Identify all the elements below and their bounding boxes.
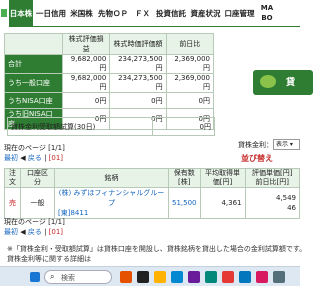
col-name: 銘柄 xyxy=(54,168,169,188)
summary-header-value: 株式時価評価額 xyxy=(109,33,167,55)
page-prev-link-bottom[interactable]: 戻る xyxy=(28,228,42,236)
app-icon-2[interactable] xyxy=(137,271,149,283)
start-icon[interactable] xyxy=(30,272,40,282)
tab-us-stocks[interactable]: 米国株 xyxy=(69,0,94,27)
app-icon-5[interactable] xyxy=(222,271,234,283)
brand-logo xyxy=(0,0,9,27)
search-icon: ⌕ xyxy=(50,272,55,281)
sort-link[interactable]: 並び替え xyxy=(241,153,273,164)
col-account: 口座区分 xyxy=(20,168,55,188)
page-first-link-bottom[interactable]: 最初 xyxy=(4,228,18,236)
app-icon-8[interactable] xyxy=(273,271,285,283)
sell-button[interactable]: 売 xyxy=(4,187,21,219)
col-order: 注文 xyxy=(4,168,21,188)
table-row: 売 一般 (株) みずほフィナンシャルグループ [東]8411 51,500 4,… xyxy=(4,187,300,219)
tab-japanese-stocks[interactable]: 日本株 xyxy=(9,0,33,27)
summary-row-nisa: うちNISA口座 0円 0円 0円 xyxy=(4,92,215,109)
app-icon-4[interactable] xyxy=(205,271,217,283)
summary-table: 株式評価損益 株式時価評価額 前日比 合計 9,682,000円 234,273,500… xyxy=(4,33,215,130)
top-navigation: 日本株 一日信用 米国株 先物ＯＰ ＦＸ 投資信託 資産状況 口座管理 MA B… xyxy=(0,0,300,27)
taskbar-search[interactable]: ⌕ 検索 xyxy=(44,270,112,284)
tab-day-margin[interactable]: 一日信用 xyxy=(35,0,67,27)
piggy-bank-icon xyxy=(260,75,276,88)
summary-header-change: 前日比 xyxy=(165,33,215,55)
page-number-bottom[interactable]: [01] xyxy=(49,228,63,236)
col-qty: 保有数[株] xyxy=(168,168,201,188)
app-icon-3[interactable] xyxy=(188,271,200,283)
tab-asset-status[interactable]: 資産状況 xyxy=(190,0,221,27)
summary-row-general: うち一般口座 9,682,000円 234,273,500円 2,369,000円 xyxy=(4,73,215,93)
summary-header-pl: 株式評価損益 xyxy=(61,33,111,55)
tab-fx[interactable]: ＦＸ xyxy=(132,0,153,27)
tab-futures-options[interactable]: 先物ＯＰ xyxy=(97,0,129,27)
app-icon-6[interactable] xyxy=(239,271,251,283)
taskbar: ⌕ 検索 xyxy=(0,266,300,286)
page-prev-link[interactable]: 戻る xyxy=(28,154,42,162)
stock-name-link[interactable]: (株) みずほフィナンシャルグループ xyxy=(58,188,165,208)
lending-interest-value: 0円 xyxy=(152,117,215,136)
page-number[interactable]: [01] xyxy=(49,154,63,162)
display-select[interactable]: 表示 ▾ xyxy=(273,139,300,150)
app-icon-7[interactable] xyxy=(256,271,268,283)
summary-row-total: 合計 9,682,000円 234,273,500円 2,369,000円 xyxy=(4,54,215,74)
page-indicator-bottom: 現在のページ [1/1] xyxy=(4,218,65,226)
footnote: ※「貸株金利・受取額試算」は貸株口座を開設し、貸株銘柄を貸出した場合の金利試算額… xyxy=(7,245,307,263)
folder-icon[interactable] xyxy=(154,271,166,283)
edge-icon[interactable] xyxy=(171,271,183,283)
lending-interest-label: 貸株金利受取額試算(30日) xyxy=(7,117,153,136)
lending-rate-label: 貸株金利： xyxy=(238,141,273,149)
holdings-table: 注文 口座区分 銘柄 保有数[株] 平均取得単価[円] 評価単価[円] 前日比[… xyxy=(4,168,300,219)
app-icon-1[interactable] xyxy=(120,271,132,283)
page-indicator: 現在のページ [1/1] xyxy=(4,144,65,152)
stock-lending-button[interactable]: 貸 xyxy=(253,70,313,95)
lending-interest-box: 貸株金利受取額試算(30日) 0円 xyxy=(7,117,215,136)
page-first-link[interactable]: 最初 xyxy=(4,154,18,162)
col-avg: 平均取得単価[円] xyxy=(199,168,246,188)
tab-market-board[interactable]: MA BO xyxy=(259,0,275,27)
tab-investment-trusts[interactable]: 投資信託 xyxy=(155,0,187,27)
col-price: 評価単価[円] 前日比[円] xyxy=(244,168,300,188)
tab-account-management[interactable]: 口座管理 xyxy=(224,0,255,27)
